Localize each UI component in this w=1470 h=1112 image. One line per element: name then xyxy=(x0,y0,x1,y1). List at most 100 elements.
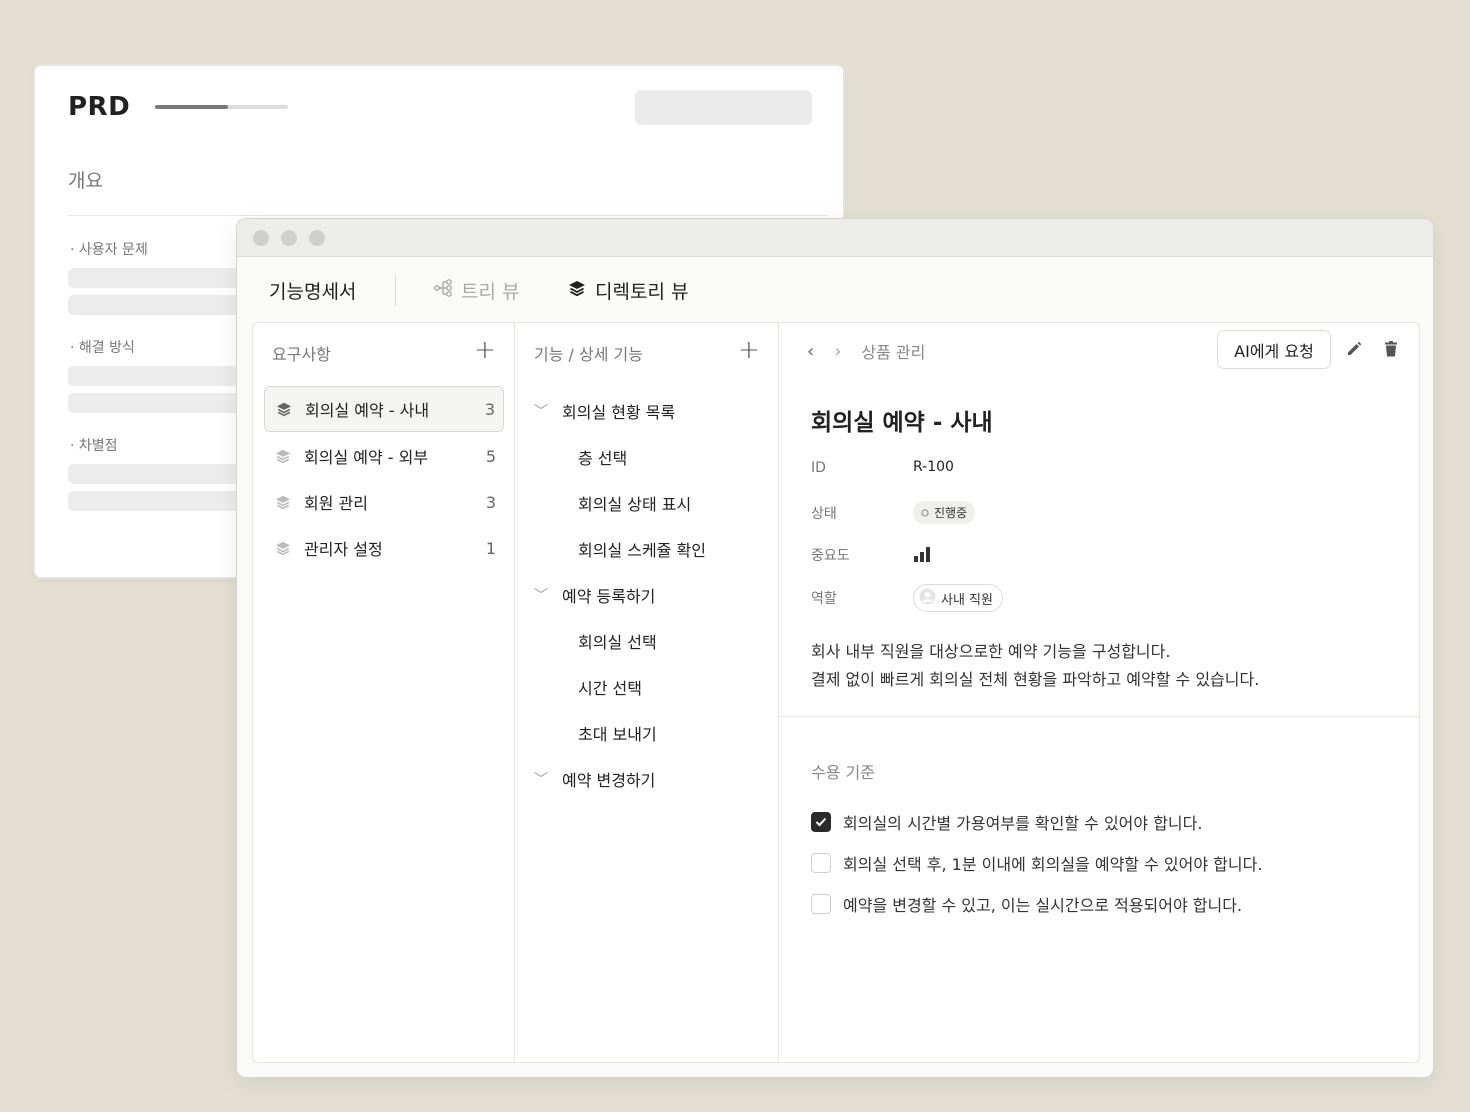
chevron-down-icon[interactable]: ﹀ xyxy=(534,401,562,421)
tab-tree-view[interactable]: 트리 뷰 xyxy=(433,277,519,304)
prd-divider xyxy=(68,215,828,216)
forward-arrow-icon[interactable]: › xyxy=(834,341,841,362)
tab-directory-view-label: 디렉토리 뷰 xyxy=(595,281,689,303)
feature-label: 회의실 선택 xyxy=(578,633,657,652)
toolbar-divider xyxy=(395,274,396,306)
sub-feature-item[interactable]: 회의실 스케쥴 확인 xyxy=(578,537,706,561)
requirement-label: 관리자 설정 xyxy=(304,540,383,559)
tab-tree-view-label: 트리 뷰 xyxy=(461,281,520,303)
document-title: 기능명세서 xyxy=(269,281,357,303)
layers-icon xyxy=(274,448,294,464)
pencil-icon[interactable] xyxy=(1343,338,1365,360)
spec-window: 기능명세서 트리 뷰 디렉토리 뷰 요구사항 + 회의실 예약 - 사내 3 회… xyxy=(236,218,1434,1078)
feature-label: 층 선택 xyxy=(578,449,628,468)
requirement-count: 5 xyxy=(485,446,496,466)
feature-group[interactable]: ﹀ 예약 등록하기 xyxy=(534,583,655,607)
requirement-label: 회의실 예약 - 외부 xyxy=(304,448,429,467)
user-avatar-icon xyxy=(919,588,936,609)
window-titlebar xyxy=(237,219,1433,257)
prd-placeholder-line xyxy=(68,268,248,288)
prd-action-placeholder xyxy=(635,90,812,125)
layers-icon xyxy=(567,279,587,302)
prd-progress-bar xyxy=(155,105,288,109)
status-value: 진행중 xyxy=(934,506,968,520)
requirement-count: 3 xyxy=(485,492,496,512)
window-minimize-dot[interactable] xyxy=(281,230,297,246)
requirement-item[interactable]: 회원 관리 3 xyxy=(264,479,504,525)
prd-placeholder-line xyxy=(68,295,248,315)
feature-label: 회의실 스케쥴 확인 xyxy=(578,541,706,560)
requirement-item[interactable]: 관리자 설정 1 xyxy=(264,525,504,571)
breadcrumb: ‹ › 상품 관리 xyxy=(807,339,925,363)
prd-placeholder-line xyxy=(68,366,248,386)
feature-group[interactable]: ﹀ 예약 변경하기 xyxy=(534,767,655,791)
window-close-dot[interactable] xyxy=(253,230,269,246)
description-line: 회사 내부 직원을 대상으로한 예약 기능을 구성합니다. xyxy=(811,642,1171,661)
acceptance-label: 회의실의 시간별 가용여부를 확인할 수 있어야 합니다. xyxy=(843,814,1203,833)
sub-feature-item[interactable]: 시간 선택 xyxy=(578,675,642,699)
priority-bars-icon[interactable] xyxy=(913,546,931,566)
sub-feature-item[interactable]: 초대 보내기 xyxy=(578,721,657,745)
feature-label: 초대 보내기 xyxy=(578,725,657,744)
chevron-down-icon[interactable]: ﹀ xyxy=(534,585,562,605)
directory-panels: 요구사항 + 회의실 예약 - 사내 3 회의실 예약 - 외부 5 회원 관리… xyxy=(252,322,1420,1063)
checkbox[interactable] xyxy=(811,853,831,873)
acceptance-criteria-header: 수용 기준 xyxy=(811,763,875,782)
acceptance-label: 예약을 변경할 수 있고, 이는 실시간으로 적용되어야 합니다. xyxy=(843,896,1243,915)
requirement-count: 1 xyxy=(485,538,496,558)
requirement-label: 회의실 예약 - 사내 xyxy=(305,401,430,420)
layers-icon xyxy=(274,540,294,556)
requirement-description: 회사 내부 직원을 대상으로한 예약 기능을 구성합니다. 결제 없이 빠르게 … xyxy=(811,638,1259,694)
requirement-title: 회의실 예약 - 사내 xyxy=(811,410,993,436)
breadcrumb-label: 상품 관리 xyxy=(861,343,926,362)
requirement-item[interactable]: 회의실 예약 - 외부 5 xyxy=(264,433,504,479)
prd-title: PRD xyxy=(68,92,131,122)
acceptance-item: 예약을 변경할 수 있고, 이는 실시간으로 적용되어야 합니다. xyxy=(811,892,1242,916)
acceptance-item: 회의실의 시간별 가용여부를 확인할 수 있어야 합니다. xyxy=(811,810,1202,834)
prd-placeholder-line xyxy=(68,464,248,484)
description-line: 결제 없이 빠르게 회의실 전체 현황을 파악하고 예약할 수 있습니다. xyxy=(811,670,1260,689)
prd-section-label: · 해결 방식 xyxy=(70,340,135,356)
requirements-column: 요구사항 + 회의실 예약 - 사내 3 회의실 예약 - 외부 5 회원 관리… xyxy=(253,323,515,1062)
features-header: 기능 / 상세 기능 xyxy=(534,345,643,364)
prd-section-label: · 사용자 문제 xyxy=(70,242,148,258)
prd-overview-label: 개요 xyxy=(68,170,103,192)
id-label: ID xyxy=(811,460,826,476)
sub-feature-item[interactable]: 회의실 상태 표시 xyxy=(578,491,691,515)
back-arrow-icon[interactable]: ‹ xyxy=(807,341,814,362)
checkbox[interactable] xyxy=(811,812,831,832)
priority-label: 중요도 xyxy=(811,548,850,564)
feature-group[interactable]: ﹀ 회의실 현황 목록 xyxy=(534,399,675,423)
tab-directory-view[interactable]: 디렉토리 뷰 xyxy=(567,277,688,304)
detail-column: ‹ › 상품 관리 AI에게 요청 회의실 예약 - 사내 ID R-100 상… xyxy=(779,323,1419,1062)
layers-icon xyxy=(274,494,294,510)
add-feature-button[interactable]: + xyxy=(738,337,760,363)
feature-label: 회의실 현황 목록 xyxy=(562,403,676,422)
checkbox[interactable] xyxy=(811,894,831,914)
requirements-header: 요구사항 xyxy=(272,345,331,364)
view-toolbar: 기능명세서 트리 뷰 디렉토리 뷰 xyxy=(237,258,1433,322)
sub-feature-item[interactable]: 회의실 선택 xyxy=(578,629,657,653)
trash-icon[interactable] xyxy=(1380,338,1402,360)
section-divider xyxy=(779,716,1419,717)
feature-label: 시간 선택 xyxy=(578,679,642,698)
feature-label: 회의실 상태 표시 xyxy=(578,495,692,514)
feature-label: 예약 등록하기 xyxy=(562,587,656,606)
role-badge[interactable]: 사내 직원 xyxy=(913,584,1003,612)
feature-label: 예약 변경하기 xyxy=(562,771,656,790)
acceptance-label: 회의실 선택 후, 1분 이내에 회의실을 예약할 수 있어야 합니다. xyxy=(843,855,1263,874)
window-maximize-dot[interactable] xyxy=(309,230,325,246)
requirement-item[interactable]: 회의실 예약 - 사내 3 xyxy=(264,386,504,432)
id-value: R-100 xyxy=(913,459,954,475)
role-value: 사내 직원 xyxy=(941,592,993,608)
prd-section-label: · 차별점 xyxy=(70,438,118,454)
prd-placeholder-line xyxy=(68,491,248,511)
chevron-down-icon[interactable]: ﹀ xyxy=(534,769,562,789)
status-badge[interactable]: 진행중 xyxy=(913,501,976,524)
sub-feature-item[interactable]: 층 선택 xyxy=(578,445,627,469)
add-requirement-button[interactable]: + xyxy=(474,337,496,363)
status-dot-icon xyxy=(921,506,929,520)
ask-ai-button[interactable]: AI에게 요청 xyxy=(1217,330,1331,369)
requirement-count: 3 xyxy=(484,399,495,419)
requirement-label: 회원 관리 xyxy=(304,494,368,513)
